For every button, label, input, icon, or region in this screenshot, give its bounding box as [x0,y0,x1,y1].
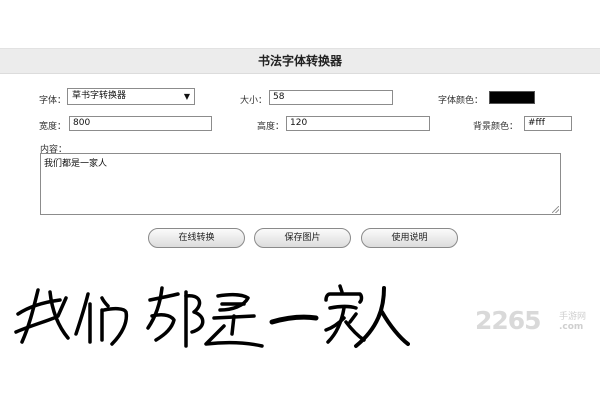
calligraphy-converter-page: 书法字体转换器 字体： 草书字转换器 ▼ 大小： 58 字体颜色： 宽度： 80… [0,0,600,400]
help-button[interactable]: 使用说明 [361,228,458,248]
resize-handle-icon[interactable] [552,206,559,213]
glyph-6 [324,284,366,344]
watermark-domain: .com [559,322,584,332]
glyph-1 [14,288,70,344]
convert-button[interactable]: 在线转换 [148,228,245,248]
calligraphy-preview-image [10,276,410,356]
height-input[interactable]: 120 [286,116,430,131]
glyph-5 [269,314,319,325]
size-input[interactable]: 58 [269,90,393,105]
font-label: 字体： [39,96,67,106]
watermark-brand: 手游网 [559,312,587,322]
font-color-swatch[interactable] [489,91,535,104]
width-input[interactable]: 800 [69,116,212,131]
watermark-number: 2265 [475,306,542,335]
height-label: 高度： [257,122,285,132]
glyph-2 [74,292,129,346]
glyph-3 [146,286,205,348]
content-text: 我们都是一家人 [44,159,108,169]
size-label: 大小： [240,96,268,106]
width-label: 宽度： [39,122,67,132]
bg-color-label: 背景颜色： [473,122,519,132]
glyph-7 [354,286,410,348]
site-watermark-logo: 2265 手游网 .com [475,306,595,344]
font-select[interactable]: 草书字转换器 ▼ [67,88,195,105]
font-color-label: 字体颜色： [438,96,484,106]
dropdown-arrow-icon: ▼ [183,92,190,101]
content-textarea[interactable]: 我们都是一家人 [40,153,561,215]
save-image-button[interactable]: 保存图片 [254,228,351,248]
page-title: 书法字体转换器 [0,48,600,74]
bg-color-input[interactable]: #fff [524,116,572,131]
font-select-value: 草书字转换器 [72,91,127,101]
glyph-4 [204,292,264,348]
calligraphy-strokes [14,284,410,348]
